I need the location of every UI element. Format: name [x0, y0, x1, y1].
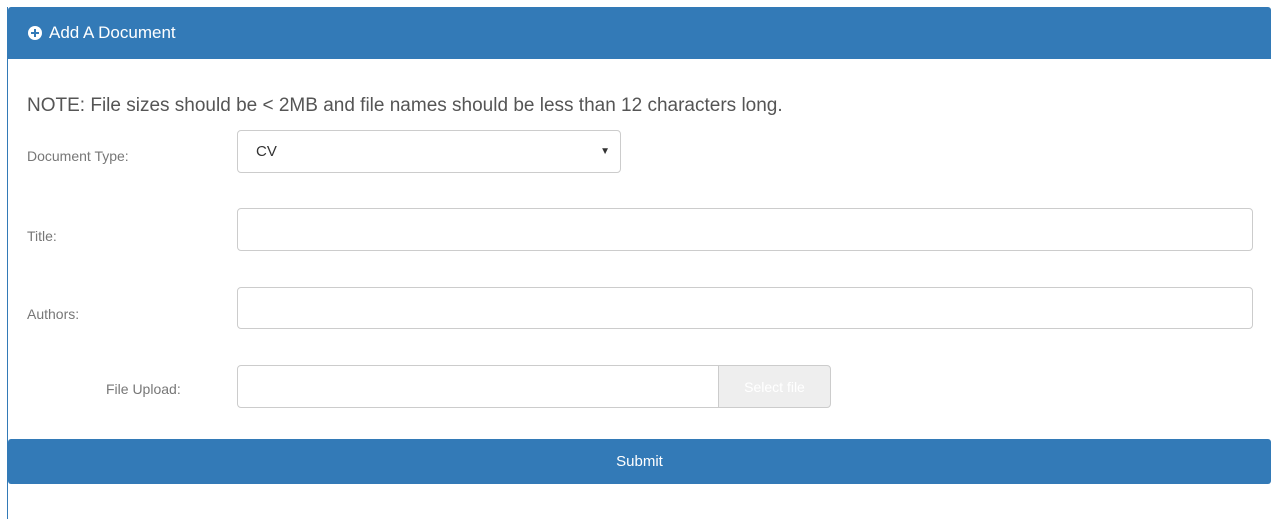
panel-title: Add A Document [49, 23, 176, 42]
select-file-button[interactable]: Select file [718, 365, 831, 408]
title-label: Title: [27, 228, 57, 244]
authors-label: Authors: [27, 306, 80, 322]
file-upload-label: File Upload: [106, 381, 181, 397]
file-note: NOTE: File sizes should be < 2MB and fil… [27, 95, 783, 116]
caret-down-icon: ▼ [600, 146, 610, 157]
document-type-select[interactable]: CV ▼ [237, 130, 621, 173]
add-document-panel: Add A Document NOTE: File sizes should b… [7, 7, 1271, 519]
plus-circle-icon [28, 26, 42, 40]
file-upload-input[interactable] [237, 365, 720, 408]
document-type-value: CV [256, 143, 277, 160]
submit-button[interactable]: Submit [8, 439, 1271, 484]
title-input[interactable] [237, 208, 1253, 251]
panel-heading: Add A Document [8, 7, 1271, 59]
document-type-label: Document Type: [27, 148, 129, 164]
authors-input[interactable] [237, 287, 1253, 329]
